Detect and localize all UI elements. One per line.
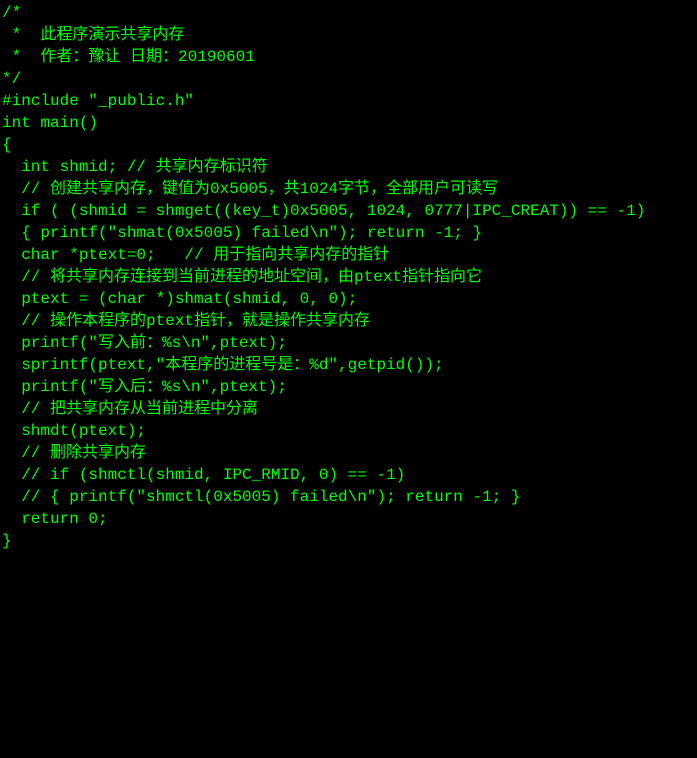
code-line: // 操作本程序的ptext指针，就是操作共享内存: [2, 310, 695, 332]
code-line: if ( (shmid = shmget((key_t)0x5005, 1024…: [2, 200, 695, 222]
code-line: // 将共享内存连接到当前进程的地址空间，由ptext指针指向它: [2, 266, 695, 288]
code-line: // if (shmctl(shmid, IPC_RMID, 0) == -1): [2, 464, 695, 486]
code-line: }: [2, 530, 695, 552]
code-line: // 把共享内存从当前进程中分离: [2, 398, 695, 420]
code-line: int shmid; // 共享内存标识符: [2, 156, 695, 178]
code-line: int main(): [2, 112, 695, 134]
code-line: ptext = (char *)shmat(shmid, 0, 0);: [2, 288, 695, 310]
code-line: * 作者：豫让 日期：20190601: [2, 46, 695, 68]
code-line: * 此程序演示共享内存: [2, 24, 695, 46]
code-line: // { printf("shmctl(0x5005) failed\n"); …: [2, 486, 695, 508]
code-line: sprintf(ptext,"本程序的进程号是：%d",getpid());: [2, 354, 695, 376]
code-line: shmdt(ptext);: [2, 420, 695, 442]
code-line: { printf("shmat(0x5005) failed\n"); retu…: [2, 222, 695, 244]
code-line: char *ptext=0; // 用于指向共享内存的指针: [2, 244, 695, 266]
code-line: */: [2, 68, 695, 90]
code-line: // 创建共享内存，键值为0x5005，共1024字节，全部用户可读写: [2, 178, 695, 200]
code-block: /* * 此程序演示共享内存 * 作者：豫让 日期：20190601*/#inc…: [0, 0, 697, 554]
code-line: // 删除共享内存: [2, 442, 695, 464]
code-line: return 0;: [2, 508, 695, 530]
code-line: /*: [2, 2, 695, 24]
code-line: printf("写入后：%s\n",ptext);: [2, 376, 695, 398]
code-line: #include "_public.h": [2, 90, 695, 112]
code-line: {: [2, 134, 695, 156]
code-line: printf("写入前：%s\n",ptext);: [2, 332, 695, 354]
